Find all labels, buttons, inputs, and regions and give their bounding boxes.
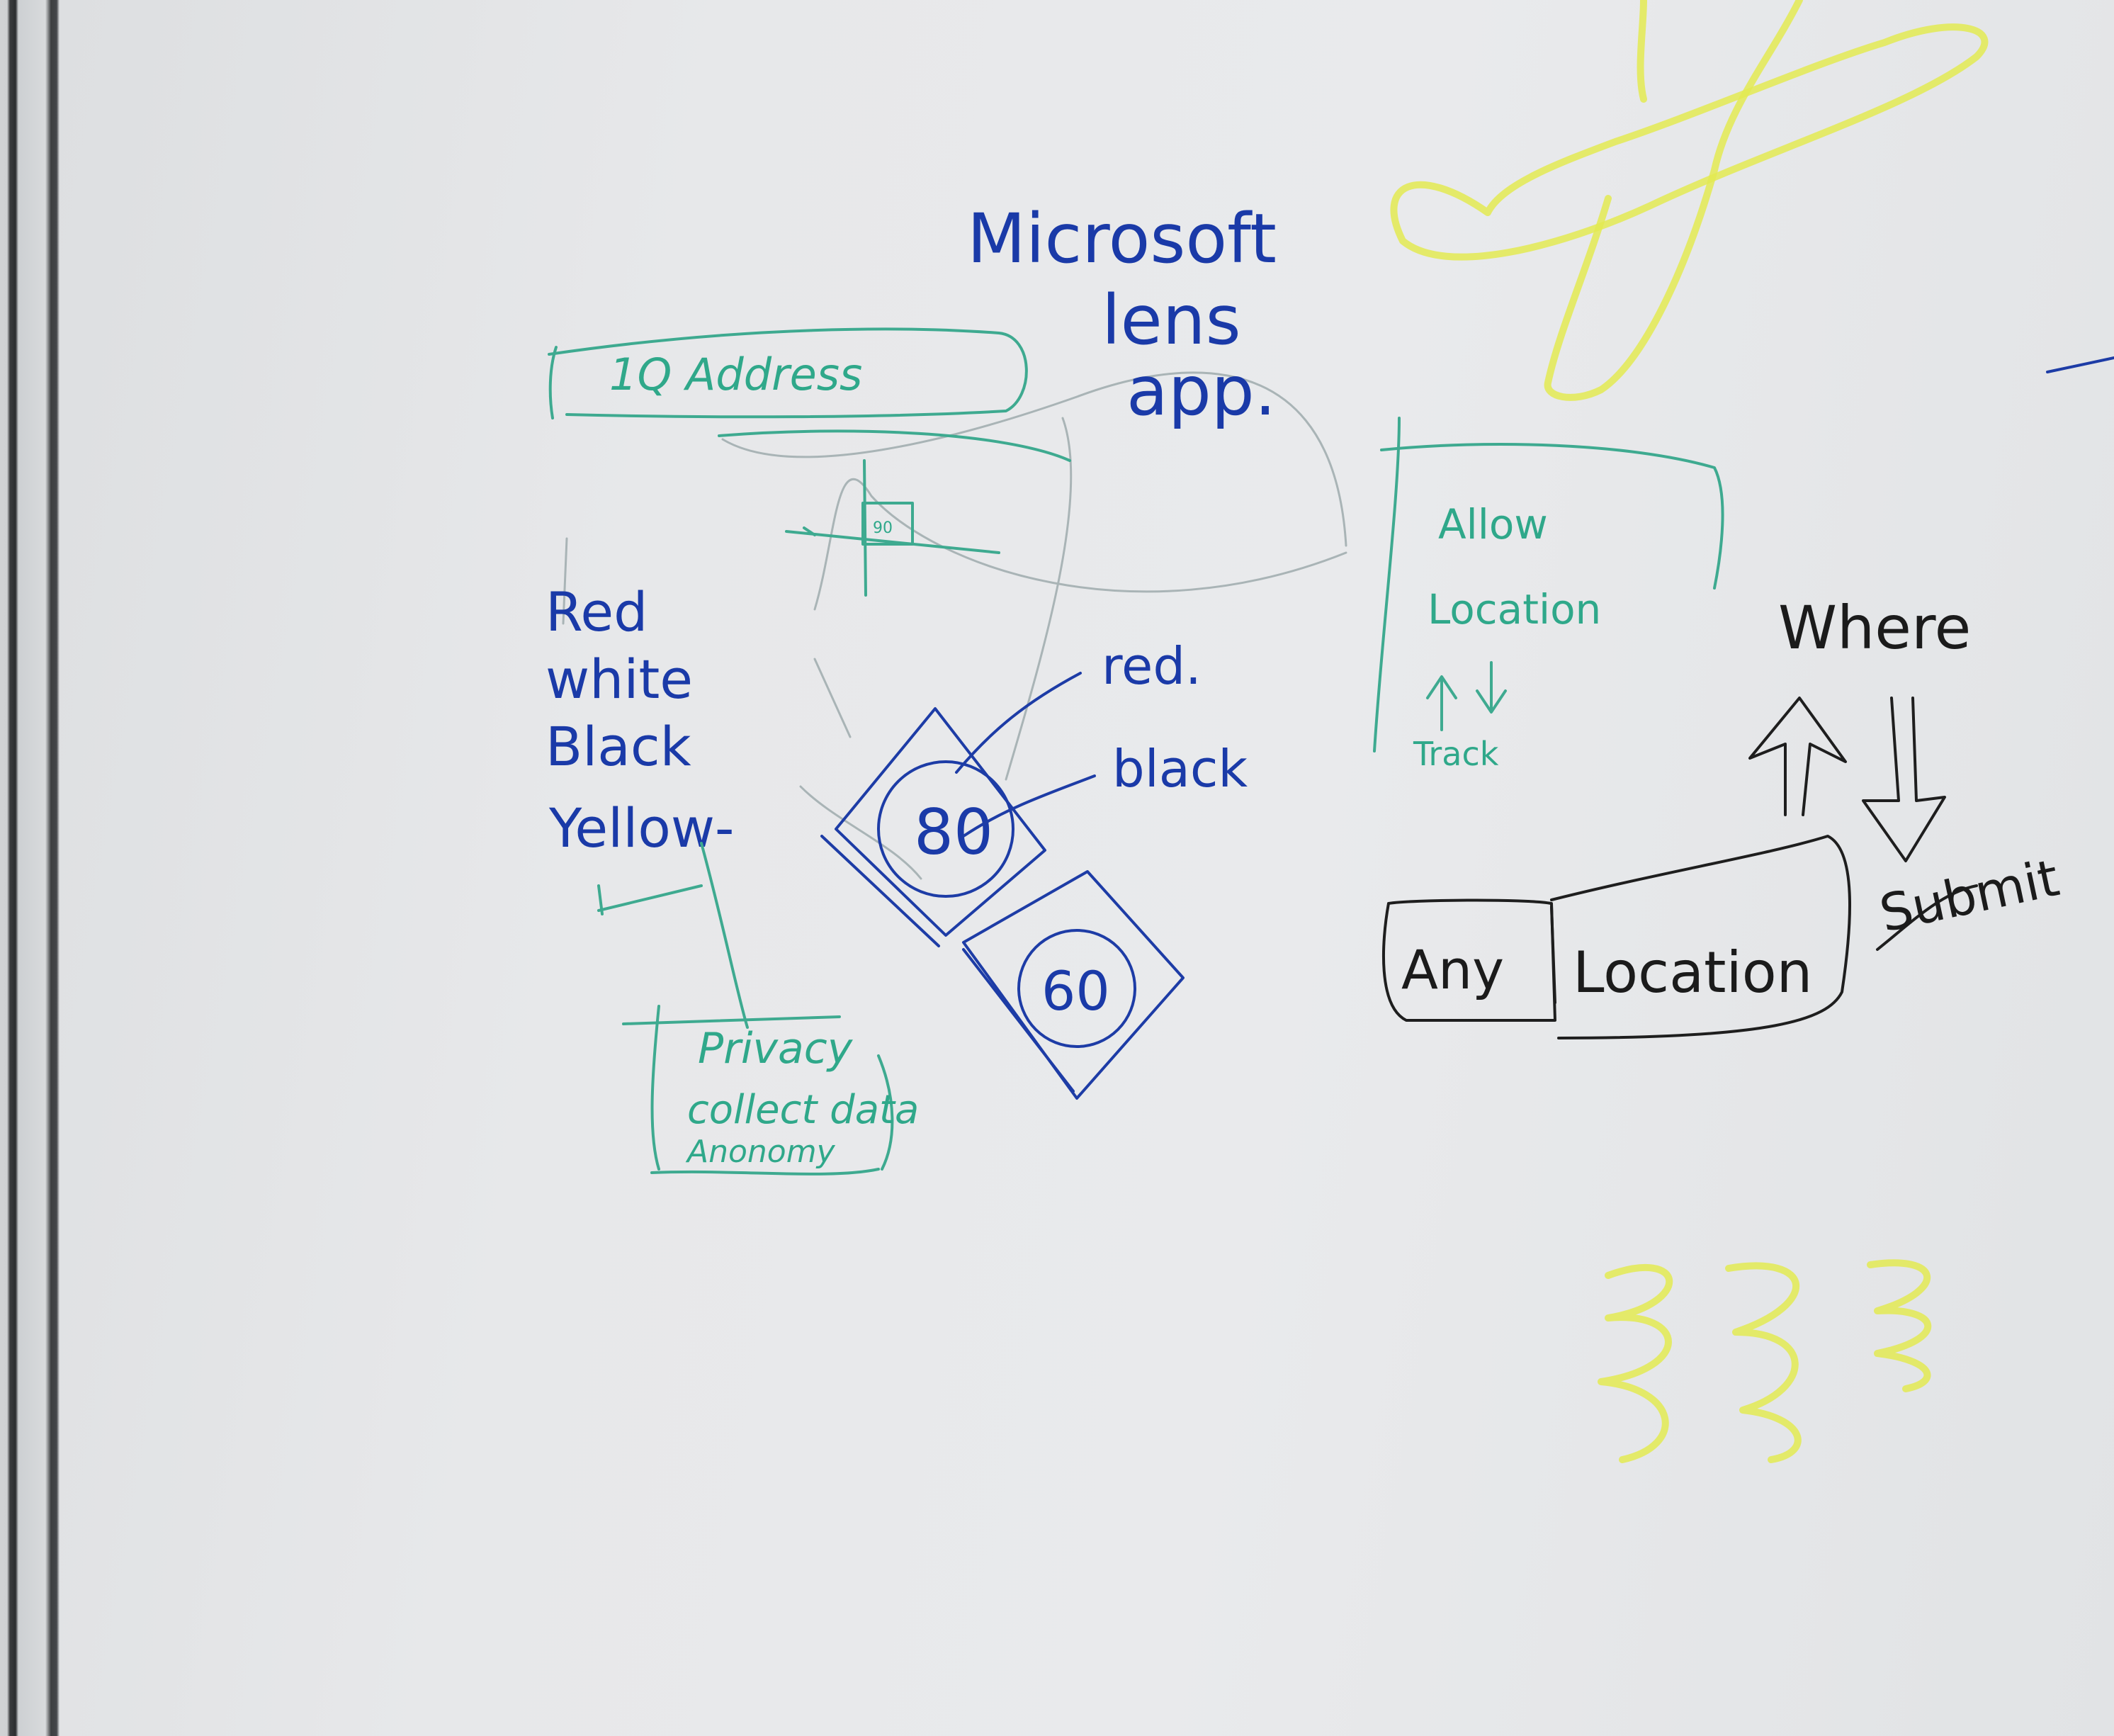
- color-red: Red: [546, 580, 648, 643]
- label-red: red.: [1102, 636, 1202, 696]
- title-line-2: lens: [1102, 281, 1241, 360]
- privacy-connector: [597, 842, 749, 1029]
- location-box-left: Any: [1401, 938, 1504, 1001]
- yellow-sketch: [1390, 0, 1989, 401]
- up-down-arrows: [1748, 697, 1946, 862]
- address-bar-label: 1Q Address: [609, 349, 862, 400]
- privacy-line-3: Anonomy: [685, 1134, 836, 1170]
- title-line-1: Microsoft: [967, 199, 1277, 278]
- speed-sign-60-value: 60: [1041, 959, 1110, 1022]
- color-black: Black: [546, 715, 691, 778]
- yellow-squiggles: [1598, 1259, 1932, 1463]
- small-sign-label: 90: [873, 519, 893, 537]
- color-yellow: Yellow-: [548, 796, 734, 859]
- panel-line-2: Location: [1428, 585, 1601, 633]
- location-box-right: Location: [1573, 940, 1812, 1005]
- location-permission-panel: [1373, 417, 1724, 753]
- color-white: white: [546, 648, 693, 711]
- panel-line-3: Track: [1413, 735, 1499, 773]
- map-sketch: [785, 459, 1000, 597]
- speed-sign-80-value: 80: [914, 796, 993, 869]
- submit-label: Submit: [1875, 847, 2064, 943]
- red-pointer: [955, 672, 1082, 774]
- title-line-3: app.: [1126, 351, 1276, 431]
- whiteboard-drawing: 1Q Address 90 Microsoft lens app. Red wh…: [546, 0, 2114, 1463]
- where-label: Where: [1778, 593, 1971, 663]
- privacy-line-2: collect data: [687, 1087, 919, 1133]
- label-black: black: [1112, 739, 1248, 799]
- panel-line-1: Allow: [1438, 500, 1548, 548]
- stray-line: [2046, 356, 2114, 373]
- privacy-line-1: Privacy: [698, 1024, 854, 1073]
- whiteboard: 1Q Address 90 Microsoft lens app. Red wh…: [0, 0, 2114, 1736]
